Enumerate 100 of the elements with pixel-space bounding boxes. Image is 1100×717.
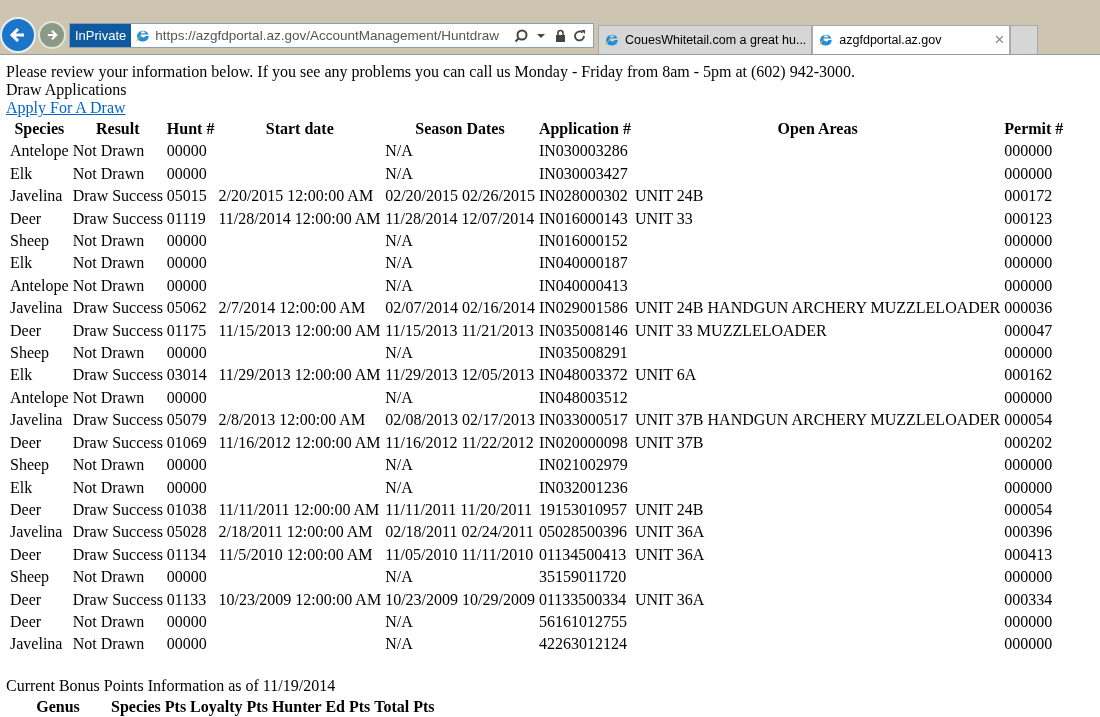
table-cell-text: 19153010957 (537, 499, 628, 520)
table-cell-text: 2/18/2011 12:00:00 AM (217, 522, 374, 543)
table-cell-text: 000000 (1003, 387, 1054, 408)
table-cell-text: 00000 (165, 455, 208, 476)
column-header: Hunter Ed Pts (270, 696, 372, 717)
table-cell-text: Not Drawn (71, 611, 146, 632)
column-header: Loyalty Pts (189, 696, 269, 717)
close-icon[interactable]: × (994, 30, 1005, 50)
table-cell-text: Not Drawn (71, 163, 146, 184)
table-cell: UNIT 24B HANDGUN ARCHERY MUZZLELOADER (633, 298, 1002, 319)
browser-tab[interactable]: azgfdportal.az.gov × (812, 25, 1011, 54)
table-cell-text: Not Drawn (71, 231, 146, 252)
table-cell-text: 000000 (1003, 343, 1054, 364)
table-cell-text: Elk (9, 253, 34, 274)
table-cell-text: Draw Success (71, 320, 164, 341)
table-cell-text: 000054 (1003, 410, 1054, 431)
table-cell-text: 00000 (165, 163, 208, 184)
table-cell-text: N/A (384, 343, 414, 364)
table-cell-text: Draw Success (71, 432, 164, 453)
address-bar[interactable]: InPrivate https://azgfdportal.az.gov/AccountManagement/Huntdraw (69, 23, 594, 48)
column-header: Result (94, 119, 141, 139)
table-cell: 02/07/2014 02/16/2014 (384, 298, 536, 319)
table-cell-text: Deer (9, 208, 43, 229)
table-cell: Draw Success (71, 186, 164, 207)
table-cell-text: IN020000098 (537, 432, 629, 453)
refresh-icon[interactable] (572, 28, 587, 43)
table-cell-text: Draw Success (71, 544, 164, 565)
column-header: Species (13, 119, 66, 140)
url-text: https://azgfdportal.az.gov/AccountManagement/Huntdraw (155, 28, 500, 43)
table-cell-text: UNIT 24B (633, 186, 705, 207)
table-cell-text: 2/20/2015 12:00:00 AM (217, 186, 375, 207)
table-cell-text: IN016000143 (537, 208, 629, 229)
table-cell-text: Deer (9, 611, 43, 632)
table-cell-text: 00000 (165, 611, 208, 632)
table-cell-text: 11/28/2014 12/07/2014 (384, 208, 536, 229)
table-cell-text: N/A (384, 455, 414, 476)
column-header: Start date (264, 119, 335, 139)
table-cell-text: 01069 (165, 432, 208, 453)
right-arrow-icon (45, 28, 59, 42)
table-cell-text: IN035008146 (537, 320, 629, 341)
table-cell: Antelope (9, 275, 70, 297)
table-cell-text: 000202 (1003, 432, 1054, 453)
table-cell-text: Elk (9, 163, 34, 184)
table-cell-text: Sheep (9, 343, 51, 364)
table-cell-text: 00000 (165, 141, 208, 162)
browser-tab[interactable]: CouesWhitetail.com a great hu... (598, 25, 813, 54)
column-header: Total Pts (373, 696, 436, 717)
table-cell-text: Sheep (9, 567, 51, 588)
column-header: Open Areas (776, 119, 859, 140)
table-cell-text: 05028500396 (537, 522, 628, 543)
table-cell-text: 01134 (165, 544, 208, 565)
table-cell-text: 00000 (165, 634, 208, 655)
tab-title: CouesWhitetail.com a great hu... (625, 33, 807, 47)
table-cell-text: 000000 (1003, 141, 1054, 162)
table-cell-text: IN032001236 (537, 477, 629, 498)
table-cell-text: 000000 (1003, 634, 1054, 655)
table-cell-text: 05015 (165, 186, 208, 207)
table-cell-text: IN028000302 (537, 186, 629, 207)
private-badge: InPrivate (70, 24, 132, 47)
table-cell-text: Not Drawn (71, 455, 146, 476)
table-cell-text: 35159011720 (537, 567, 628, 588)
table-cell-text: 000396 (1003, 522, 1054, 543)
forward-button[interactable] (38, 21, 66, 49)
table-cell-text: IN021002979 (537, 455, 629, 476)
table-cell-text: Deer (9, 499, 43, 520)
table-cell: Draw Success (71, 522, 164, 543)
column-header: Permit # (1003, 119, 1065, 139)
table-cell-text: N/A (384, 387, 414, 408)
back-button[interactable] (0, 17, 36, 53)
table-cell-text: 000000 (1003, 611, 1054, 632)
table-cell-text: N/A (384, 634, 414, 655)
apply-link[interactable]: Apply For A Draw (6, 99, 126, 117)
table-cell: 11/29/2013 12/05/2013 (384, 365, 536, 386)
table-cell-text: Elk (9, 477, 34, 498)
table-cell-text: 42263012124 (537, 634, 628, 655)
table-cell-text: UNIT 6A (633, 365, 698, 386)
table-cell-text: 000000 (1003, 253, 1054, 274)
table-cell-text: IN030003427 (537, 163, 629, 184)
table-cell-text: 00000 (165, 253, 208, 274)
table-cell-text: 00000 (165, 567, 208, 588)
table-cell-text: 2/7/2014 12:00:00 AM (217, 298, 367, 319)
table-cell-text: IN016000152 (537, 231, 629, 252)
table-cell-text: N/A (384, 231, 414, 252)
table-cell-text: IN029001586 (537, 298, 629, 319)
table-cell-text: 11/16/2012 11/22/2012 (384, 432, 535, 453)
table-cell-text: 05062 (165, 298, 208, 319)
table-cell-text: 000413 (1003, 544, 1054, 565)
table-cell-text: N/A (384, 477, 414, 498)
table-cell-text: 000000 (1003, 275, 1054, 296)
table-cell: UNIT 37B HANDGUN ARCHERY MUZZLELOADER (633, 410, 1002, 431)
lock-icon[interactable] (553, 28, 568, 43)
table-cell-text: 000000 (1003, 477, 1054, 498)
table-cell: Antelope (9, 141, 70, 162)
table-cell-text: UNIT 36A (633, 544, 706, 565)
table-cell-text: 00000 (165, 231, 208, 252)
table-cell-text: Javelina (9, 298, 64, 319)
search-icon[interactable] (515, 28, 530, 43)
table-cell-text: 11/11/2011 11/20/2011 (384, 499, 533, 520)
column-header: Application # (537, 119, 632, 140)
table-cell-text: 00000 (165, 275, 208, 296)
